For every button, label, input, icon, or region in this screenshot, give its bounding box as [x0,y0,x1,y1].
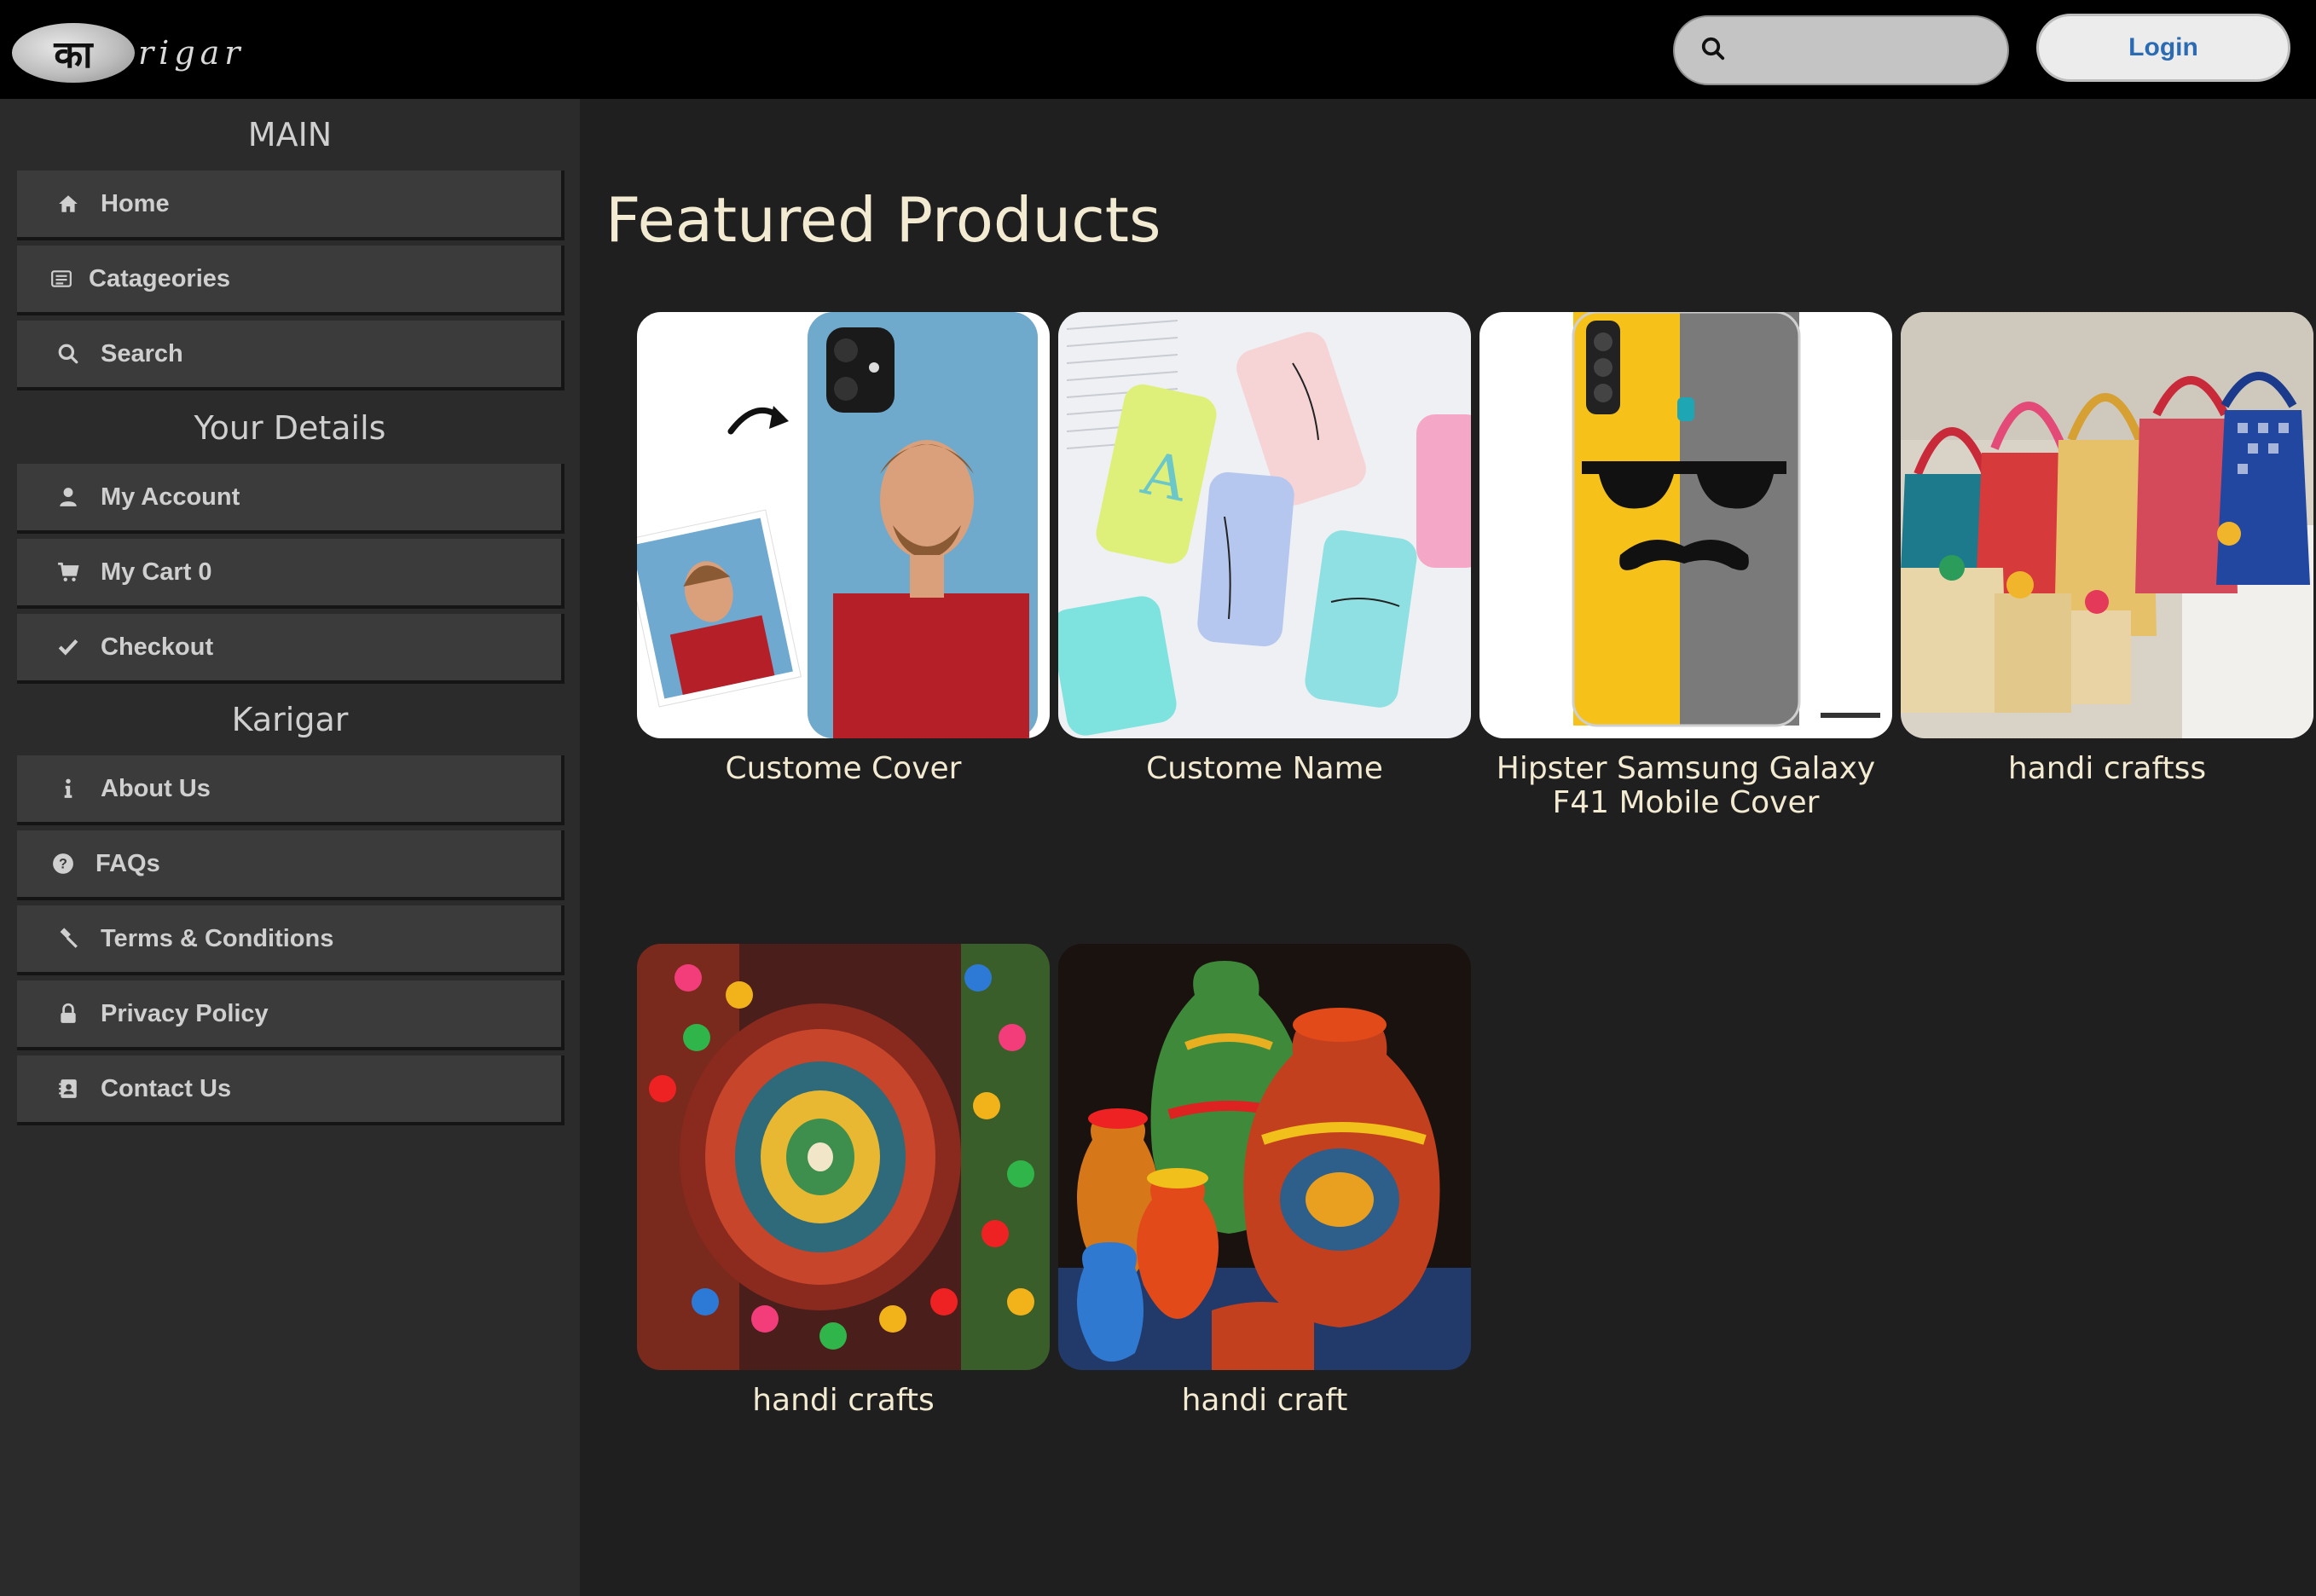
sidebar-item-checkout[interactable]: Checkout [17,614,565,684]
logo-glyph: का [54,33,93,77]
main-content: Featured Products Custome Cover A Custom… [580,99,2316,1596]
product-image-pottery[interactable] [1058,944,1471,1370]
product-title[interactable]: Custome Name [1058,752,1471,786]
sidebar-item-faqs[interactable]: ? FAQs [17,830,565,900]
logo-badge: का [12,23,135,83]
product-card[interactable]: handi crafts [637,944,1050,1418]
login-button[interactable]: Login [2036,14,2290,82]
product-title[interactable]: Hipster Samsung Galaxy F41 Mobile Cover [1479,752,1892,820]
info-icon [55,775,82,802]
sidebar-item-terms-conditions[interactable]: Terms & Conditions [17,905,565,975]
product-card[interactable]: Custome Cover [637,312,1050,786]
header-search-input[interactable] [1738,25,1994,76]
sidebar-section-title-your-details: Your Details [194,409,386,447]
sidebar-item-label: Contact Us [101,1074,232,1102]
product-card[interactable]: A Custome Name [1058,312,1471,786]
sidebar-item-home[interactable]: Home [17,171,565,240]
sidebar-item-label: Catageories [89,264,231,292]
gavel-icon [55,925,82,952]
product-title[interactable]: handi crafts [637,1384,1050,1418]
product-card[interactable]: handi craftss [1901,312,2313,786]
sidebar-item-label: Search [101,339,183,367]
sidebar-item-categories[interactable]: Catageories [17,246,565,315]
product-title[interactable]: handi craftss [1901,752,2313,786]
sidebar-section-title-karigar: Karigar [231,701,349,738]
sidebar-section-title-main: MAIN [247,116,333,153]
svg-text:?: ? [59,856,67,871]
search-icon[interactable] [1700,36,1726,66]
top-navbar: का rigar Login [0,0,2316,99]
logo-text: rigar [138,34,246,72]
sidebar-item-search[interactable]: Search [17,321,565,390]
question-icon: ? [49,850,77,877]
sidebar-item-label: Home [101,189,170,217]
sidebar-item-my-account[interactable]: My Account [17,464,565,534]
page-title: Featured Products [605,184,1161,256]
product-image-hipster-cover[interactable] [1479,312,1892,738]
product-title[interactable]: Custome Cover [637,752,1050,786]
lock-icon [55,1000,82,1027]
site-logo[interactable]: का rigar [12,22,245,84]
sidebar-item-label: My Cart 0 [101,558,212,586]
sidebar-item-label: Checkout [101,633,214,661]
home-icon [55,190,82,217]
sidebar-item-privacy-policy[interactable]: Privacy Policy [17,980,565,1050]
header-search-box[interactable] [1673,15,2009,85]
sidebar-item-contact-us[interactable]: Contact Us [17,1055,565,1125]
product-card[interactable]: Hipster Samsung Galaxy F41 Mobile Cover [1479,312,1892,820]
cart-icon [55,558,82,586]
sidebar-item-label: About Us [101,774,211,802]
sidebar: MAIN Home Catageories Search Your Detail… [0,99,580,1596]
sidebar-item-label: Terms & Conditions [101,924,334,952]
list-icon [48,265,75,292]
check-icon [55,633,82,661]
sidebar-item-about-us[interactable]: About Us [17,755,565,825]
search-icon [55,340,82,367]
sidebar-item-my-cart[interactable]: My Cart 0 [17,539,565,609]
product-image-custom-name-covers[interactable]: A [1058,312,1471,738]
product-image-baskets[interactable] [1901,312,2313,738]
product-image-embroidery[interactable] [637,944,1050,1370]
product-image-custom-photo-cover[interactable] [637,312,1050,738]
address-book-icon [55,1075,82,1102]
sidebar-item-label: My Account [101,483,240,511]
sidebar-item-label: Privacy Policy [101,999,269,1027]
product-card[interactable]: handi craft [1058,944,1471,1418]
sidebar-item-label: FAQs [96,849,160,877]
user-icon [55,483,82,511]
product-title[interactable]: handi craft [1058,1384,1471,1418]
